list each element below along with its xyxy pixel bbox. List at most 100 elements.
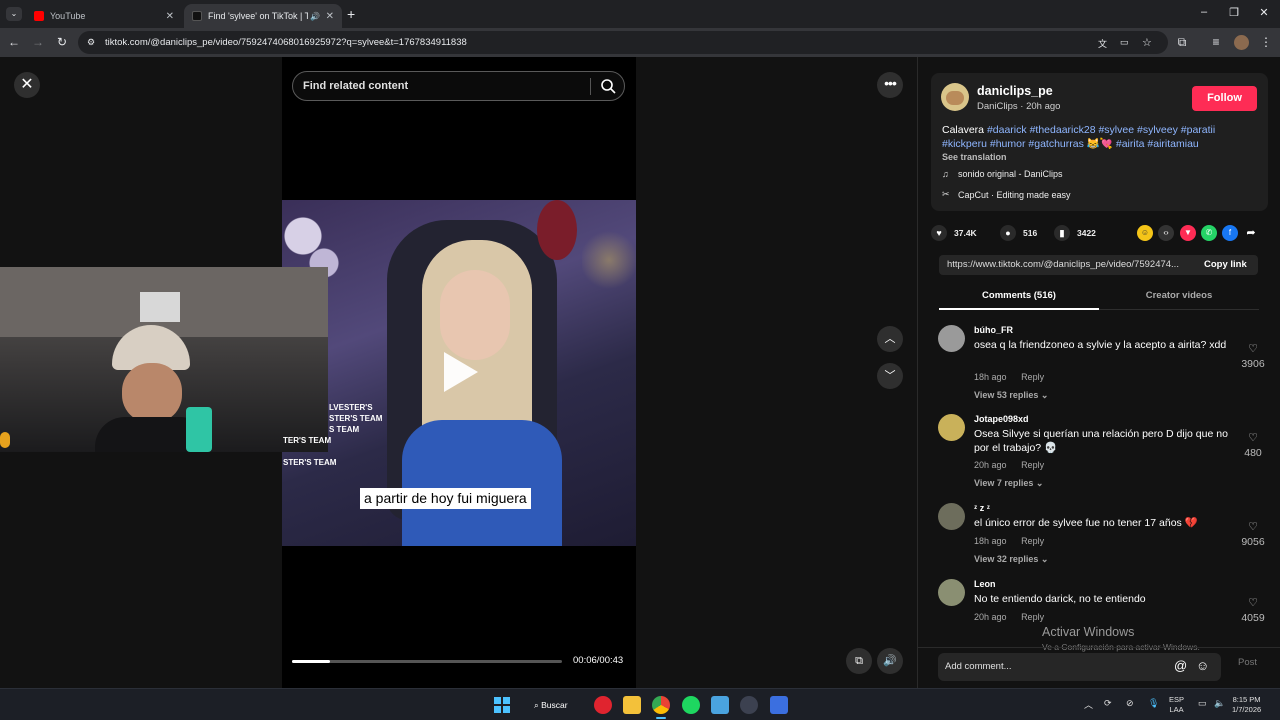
- next-video-icon[interactable]: ﹀: [877, 363, 903, 389]
- tab-search-icon[interactable]: ⌄: [6, 7, 22, 21]
- comment-like[interactable]: ♡ 4059: [1238, 596, 1268, 624]
- progress-bar[interactable]: [292, 660, 562, 663]
- hashtag[interactable]: #sylveey: [1137, 124, 1178, 136]
- chrome-app-icon[interactable]: [652, 696, 670, 714]
- reply-button[interactable]: Reply: [1021, 460, 1044, 470]
- comment-like[interactable]: ♡ 3906: [1238, 342, 1268, 370]
- like-action[interactable]: ♥ 37.4K: [931, 225, 977, 241]
- reply-button[interactable]: Reply: [1021, 536, 1044, 546]
- sync-icon[interactable]: ⟳: [1104, 698, 1112, 709]
- translate-icon[interactable]: 文: [1098, 37, 1107, 50]
- file-explorer-icon[interactable]: [623, 696, 641, 714]
- close-icon[interactable]: ✕: [14, 72, 40, 98]
- reply-button[interactable]: Reply: [1021, 372, 1044, 382]
- volume-icon[interactable]: 🔊: [877, 648, 903, 674]
- chevron-up-icon[interactable]: ︿: [1084, 698, 1093, 711]
- related-search-box[interactable]: Find related content: [292, 71, 625, 101]
- site-info-icon[interactable]: ⚙: [87, 37, 95, 48]
- avatar[interactable]: [938, 579, 965, 606]
- tab-comments[interactable]: Comments (516): [939, 290, 1099, 301]
- reload-icon[interactable]: ↻: [54, 35, 70, 49]
- close-tab-icon[interactable]: ✕: [326, 11, 334, 22]
- post-button[interactable]: Post: [1238, 657, 1257, 668]
- back-icon[interactable]: ←: [6, 35, 22, 49]
- play-icon[interactable]: [444, 352, 478, 392]
- search-icon[interactable]: [599, 77, 617, 95]
- audio-playing-icon[interactable]: 🔊: [310, 12, 320, 21]
- restore-icon[interactable]: ❐: [1224, 6, 1244, 19]
- avatar[interactable]: [938, 414, 965, 441]
- comment-action[interactable]: ● 516: [1000, 225, 1037, 241]
- tab-youtube[interactable]: YouTube ✕: [26, 4, 182, 28]
- search-input[interactable]: Find related content: [303, 72, 408, 100]
- hashtag[interactable]: #sylvee: [1098, 124, 1134, 136]
- sound-row[interactable]: ♫ sonido original - DaniClips: [942, 169, 1063, 179]
- steam-app-icon[interactable]: [740, 696, 758, 714]
- spotify-app-icon[interactable]: [682, 696, 700, 714]
- avatar[interactable]: [941, 83, 969, 111]
- hashtag[interactable]: #airitamiau: [1147, 138, 1198, 150]
- emoji-icon[interactable]: ☺: [1196, 658, 1209, 673]
- see-translation-link[interactable]: See translation: [942, 152, 1007, 162]
- comment-username[interactable]: ᶻ z ᶻ: [974, 503, 990, 513]
- media-control-icon[interactable]: ≡: [1208, 35, 1224, 49]
- author-username[interactable]: daniclips_pe: [977, 84, 1053, 98]
- comment-username[interactable]: Leon: [974, 579, 996, 589]
- editor-app-icon[interactable]: [770, 696, 788, 714]
- add-comment-input[interactable]: Add comment... @ ☺: [938, 653, 1221, 681]
- minimize-icon[interactable]: –: [1194, 6, 1214, 18]
- cast-icon[interactable]: ▭: [1120, 37, 1129, 48]
- menu-kebab-icon[interactable]: ⋮: [1258, 35, 1274, 49]
- hashtag[interactable]: #airita: [1116, 138, 1145, 150]
- tab-tiktok[interactable]: Find 'sylvee' on TikTok | Tik 🔊 ✕: [184, 4, 342, 28]
- network-icon[interactable]: ▭: [1198, 698, 1207, 709]
- hashtag[interactable]: #daarick: [987, 124, 1027, 136]
- mention-icon[interactable]: @: [1174, 658, 1187, 673]
- view-replies-button[interactable]: View 7 replies ⌄: [974, 478, 1043, 489]
- notepad-app-icon[interactable]: [711, 696, 729, 714]
- share-arrow-icon[interactable]: ➦: [1243, 225, 1259, 241]
- extensions-icon[interactable]: ⧉: [1174, 35, 1190, 50]
- copy-link-button[interactable]: Copy link: [1204, 259, 1247, 270]
- tab-creator-videos[interactable]: Creator videos: [1099, 290, 1259, 301]
- save-action[interactable]: ▮ 3422: [1054, 225, 1096, 241]
- send-to-friends-icon[interactable]: ▼: [1180, 225, 1196, 241]
- follow-button[interactable]: Follow: [1192, 86, 1257, 111]
- reply-button[interactable]: Reply: [1021, 612, 1044, 622]
- bookmark-star-icon[interactable]: ☆: [1142, 36, 1152, 49]
- forward-icon[interactable]: →: [30, 35, 46, 49]
- previous-video-icon[interactable]: ︿: [877, 326, 903, 352]
- microphone-icon[interactable]: 🎙: [1148, 698, 1159, 709]
- input-language[interactable]: ESP LAA: [1169, 695, 1184, 715]
- comment-username[interactable]: Jotape098xd: [974, 414, 1029, 424]
- hashtag[interactable]: #gatchurras: [1028, 138, 1083, 150]
- avatar[interactable]: [938, 503, 965, 530]
- embed-icon[interactable]: ‹›: [1158, 225, 1174, 241]
- opera-app-icon[interactable]: [594, 696, 612, 714]
- window-close-icon[interactable]: ✕: [1254, 6, 1274, 19]
- comment-username[interactable]: búho_FR: [974, 325, 1013, 335]
- hashtag[interactable]: #kickperu: [942, 138, 987, 150]
- video-link[interactable]: https://www.tiktok.com/@daniclips_pe/vid…: [947, 259, 1179, 270]
- hashtag[interactable]: #paratii: [1181, 124, 1215, 136]
- avatar[interactable]: [938, 325, 965, 352]
- close-tab-icon[interactable]: ✕: [166, 11, 174, 22]
- whatsapp-icon[interactable]: ✆: [1201, 225, 1217, 241]
- more-options-icon[interactable]: •••: [877, 72, 903, 98]
- windows-start-icon[interactable]: [494, 697, 510, 713]
- floating-player-icon[interactable]: ⧉: [846, 648, 872, 674]
- comment-like[interactable]: ♡ 480: [1238, 431, 1268, 459]
- view-replies-button[interactable]: View 32 replies ⌄: [974, 554, 1048, 565]
- capcut-row[interactable]: ✂ CapCut · Editing made easy: [942, 189, 1071, 200]
- taskbar-clock[interactable]: 8:15 PM 1/7/2026: [1232, 695, 1261, 715]
- speaker-icon[interactable]: 🔈: [1214, 698, 1225, 709]
- new-tab-button[interactable]: +: [347, 6, 355, 22]
- comment-like[interactable]: ♡ 9056: [1238, 520, 1268, 548]
- facebook-icon[interactable]: f: [1222, 225, 1238, 241]
- hashtag[interactable]: #thedaarick28: [1030, 124, 1096, 136]
- view-replies-button[interactable]: View 53 replies ⌄: [974, 390, 1048, 401]
- taskbar-search[interactable]: ⌕ Buscar: [526, 695, 580, 715]
- repost-icon[interactable]: ☺: [1137, 225, 1153, 241]
- hashtag[interactable]: #humor: [990, 138, 1026, 150]
- address-bar[interactable]: ⚙ tiktok.com/@daniclips_pe/video/7592474…: [78, 31, 1168, 54]
